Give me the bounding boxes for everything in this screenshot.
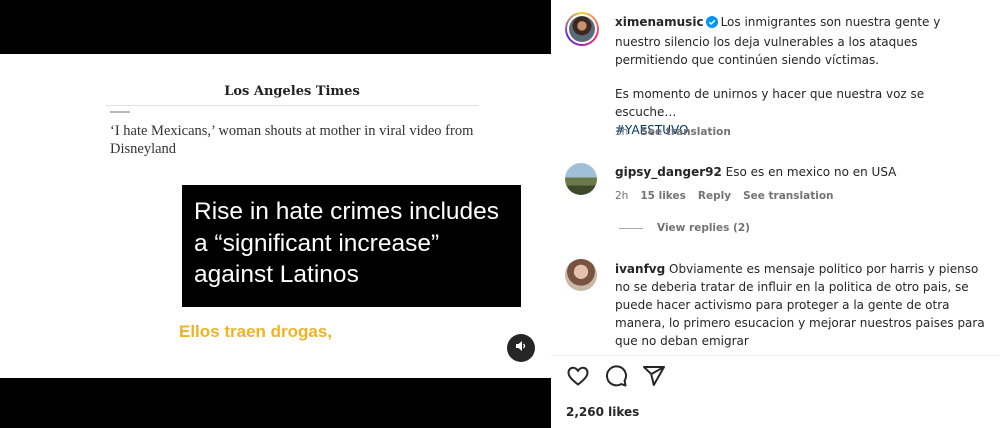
- heart-icon[interactable]: [566, 364, 590, 388]
- commenter-avatar[interactable]: [565, 259, 597, 291]
- reply-button[interactable]: Reply: [698, 190, 731, 202]
- view-replies-button[interactable]: View replies (2): [619, 222, 750, 234]
- replies-line: [619, 227, 643, 229]
- send-icon[interactable]: [642, 364, 666, 388]
- audio-toggle-button[interactable]: [507, 334, 535, 362]
- author-username[interactable]: ximenamusic: [615, 15, 704, 29]
- see-translation-button[interactable]: See translation: [743, 190, 833, 202]
- comment-meta: 2h 15 likes Reply See translation: [615, 190, 834, 202]
- caption-meta: 3h See translation: [615, 126, 731, 138]
- newspaper-masthead: Los Angeles Times: [224, 84, 360, 99]
- caption-text-2[interactable]: Es momento de unirnos y hacer que nuestr…: [615, 87, 924, 119]
- speaker-icon: [514, 339, 528, 358]
- see-translation-button[interactable]: See translation: [640, 126, 730, 138]
- action-bar: [566, 364, 666, 388]
- comment-time[interactable]: 2h: [615, 190, 628, 202]
- view-replies-label: View replies (2): [657, 222, 750, 234]
- comment-text: Obviamente es mensaje politico por harri…: [615, 262, 985, 348]
- actions-divider: [551, 355, 1000, 356]
- article-kicker: [110, 111, 130, 113]
- comments-pane: ximenamusic Los inmigrantes son nuestra g…: [551, 0, 1000, 428]
- author-avatar[interactable]: [565, 12, 599, 46]
- video-frame: Los Angeles Times ‘I hate Mexicans,’ wom…: [0, 54, 551, 378]
- caption-time[interactable]: 3h: [615, 126, 628, 138]
- masthead-divider: [106, 105, 478, 106]
- comment-icon[interactable]: [604, 364, 628, 388]
- post-media[interactable]: Los Angeles Times ‘I hate Mexicans,’ wom…: [0, 0, 551, 428]
- comment-text: Eso es en mexico no en USA: [725, 165, 897, 179]
- comment-likes-count[interactable]: 15 likes: [640, 190, 686, 202]
- verified-badge-icon: [705, 15, 718, 33]
- commenter-username[interactable]: ivanfvg: [615, 262, 665, 276]
- commenter-username[interactable]: gipsy_danger92: [615, 165, 722, 179]
- commenter-avatar[interactable]: [565, 163, 597, 195]
- likes-count[interactable]: 2,260 likes: [566, 405, 639, 419]
- overlay-text: Rise in hate crimes includes a “signific…: [194, 198, 500, 288]
- video-subtitle: Ellos traen drogas,: [179, 322, 333, 341]
- article-headline: ‘I hate Mexicans,’ woman shouts at mothe…: [110, 123, 474, 157]
- comment-text-row: gipsy_danger92 Eso es en mexico no en US…: [615, 163, 985, 181]
- post-caption: ximenamusic Los inmigrantes son nuestra g…: [615, 13, 985, 69]
- comment-text-row: ivanfvg Obviamente es mensaje politico p…: [615, 260, 991, 350]
